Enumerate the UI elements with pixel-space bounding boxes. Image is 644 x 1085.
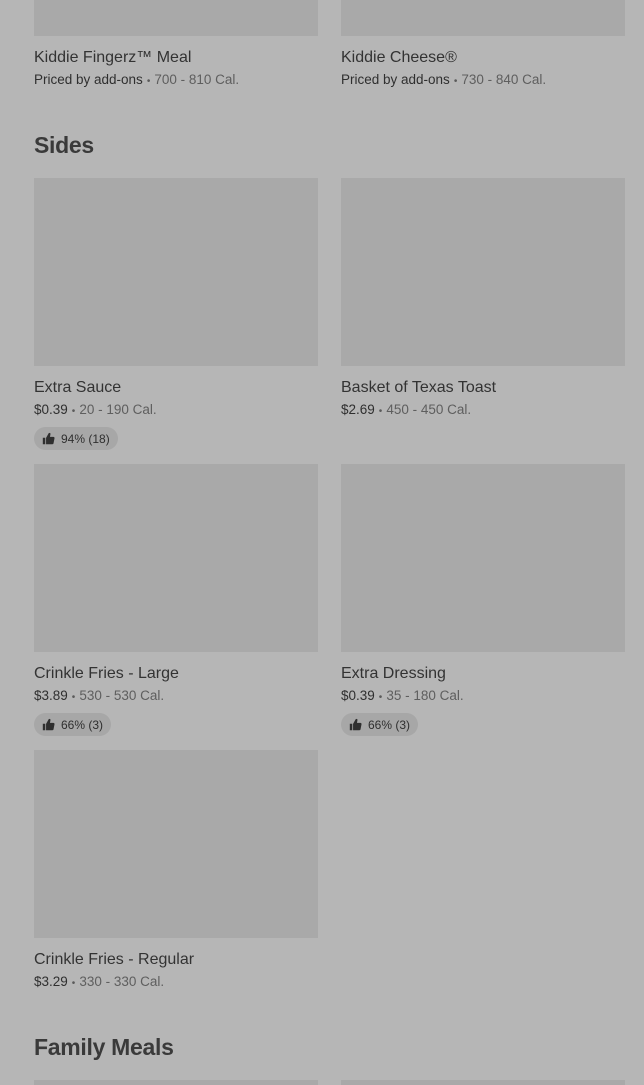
menu-item-card[interactable]: Crinkle Fries - Regular $3.29 • 330 - 330 … — [34, 750, 318, 992]
item-image[interactable] — [341, 178, 625, 366]
menu-item-card[interactable]: Extra Dressing $0.39 • 35 - 180 Cal. 66% (… — [341, 464, 625, 736]
item-meta: $3.29 • 330 - 330 Cal. — [34, 974, 318, 992]
item-meta: $2.69 • 450 - 450 Cal. — [341, 402, 625, 420]
item-price: $0.39 — [34, 402, 68, 417]
item-calories: 700 - 810 Cal. — [154, 72, 240, 87]
item-name: Basket of Texas Toast — [341, 379, 497, 396]
separator-dot: • — [71, 406, 76, 417]
separator-dot: • — [378, 692, 383, 703]
item-image[interactable] — [34, 464, 318, 652]
item-meta: Priced by add-ons • 730 - 840 Cal. — [341, 72, 625, 90]
item-image[interactable] — [341, 464, 625, 652]
menu-item-card[interactable]: Crinkle Fries - Large $3.89 • 530 - 530 Ca… — [34, 464, 318, 736]
item-image[interactable] — [34, 0, 318, 36]
menu-item-card[interactable]: Kiddie Fingerz™ Meal Priced by add-ons • 7… — [34, 0, 318, 90]
item-name: Kiddie Fingerz™ Meal — [34, 49, 192, 66]
thumbs-up-icon — [42, 432, 55, 445]
item-calories: 35 - 180 Cal. — [386, 688, 464, 703]
section-title-sides: Sides — [34, 132, 94, 158]
item-calories: 20 - 190 Cal. — [79, 402, 157, 417]
section-title-family-meals: Family Meals — [34, 1034, 174, 1060]
item-meta: Priced by add-ons • 700 - 810 Cal. — [34, 72, 318, 90]
item-price: Priced by add-ons — [341, 72, 450, 87]
item-image[interactable] — [34, 178, 318, 366]
rating-text: 94% (18) — [61, 431, 110, 446]
item-name: Extra Dressing — [341, 665, 446, 682]
item-price: $3.89 — [34, 688, 68, 703]
menu-item-card[interactable]: Kiddie Cheese® Priced by add-ons • 730 - 8… — [341, 0, 625, 90]
item-meta: $3.89 • 530 - 530 Cal. — [34, 688, 318, 706]
separator-dot: • — [378, 406, 383, 417]
separator-dot: • — [71, 692, 76, 703]
item-price: Priced by add-ons — [34, 72, 143, 87]
rating-badge: 66% (3) — [34, 713, 112, 736]
item-meta: $0.39 • 35 - 180 Cal. — [341, 688, 625, 706]
item-price: $0.39 — [341, 688, 375, 703]
menu-item-card[interactable] — [34, 1080, 318, 1085]
item-calories: 450 - 450 Cal. — [386, 402, 472, 417]
menu-page: Kiddie Fingerz™ Meal Priced by add-ons • 7… — [0, 0, 644, 1085]
item-name: Crinkle Fries - Regular — [34, 951, 195, 968]
menu-item-card[interactable]: Extra Sauce $0.39 • 20 - 190 Cal. 94% (18) — [34, 178, 318, 450]
menu-item-card[interactable]: Basket of Texas Toast $2.69 • 450 - 450 Ca… — [341, 178, 625, 420]
thumbs-up-icon — [349, 718, 362, 731]
item-meta: $0.39 • 20 - 190 Cal. — [34, 402, 318, 420]
item-name: Kiddie Cheese® — [341, 49, 457, 66]
item-name: Extra Sauce — [34, 379, 122, 396]
item-name: Crinkle Fries - Large — [34, 665, 179, 682]
menu-item-card[interactable] — [341, 1080, 625, 1085]
thumbs-up-icon — [42, 718, 55, 731]
separator-dot: • — [71, 978, 76, 989]
item-calories: 330 - 330 Cal. — [79, 974, 165, 989]
item-image[interactable] — [341, 1080, 625, 1085]
rating-badge: 94% (18) — [34, 427, 118, 450]
rating-text: 66% (3) — [61, 717, 104, 732]
separator-dot: • — [453, 76, 458, 87]
item-image[interactable] — [341, 0, 625, 36]
item-image[interactable] — [34, 750, 318, 938]
item-price: $3.29 — [34, 974, 68, 989]
separator-dot: • — [146, 76, 151, 87]
item-calories: 730 - 840 Cal. — [461, 72, 547, 87]
rating-text: 66% (3) — [368, 717, 411, 732]
item-price: $2.69 — [341, 402, 375, 417]
item-calories: 530 - 530 Cal. — [79, 688, 165, 703]
item-image[interactable] — [34, 1080, 318, 1085]
rating-badge: 66% (3) — [341, 713, 419, 736]
